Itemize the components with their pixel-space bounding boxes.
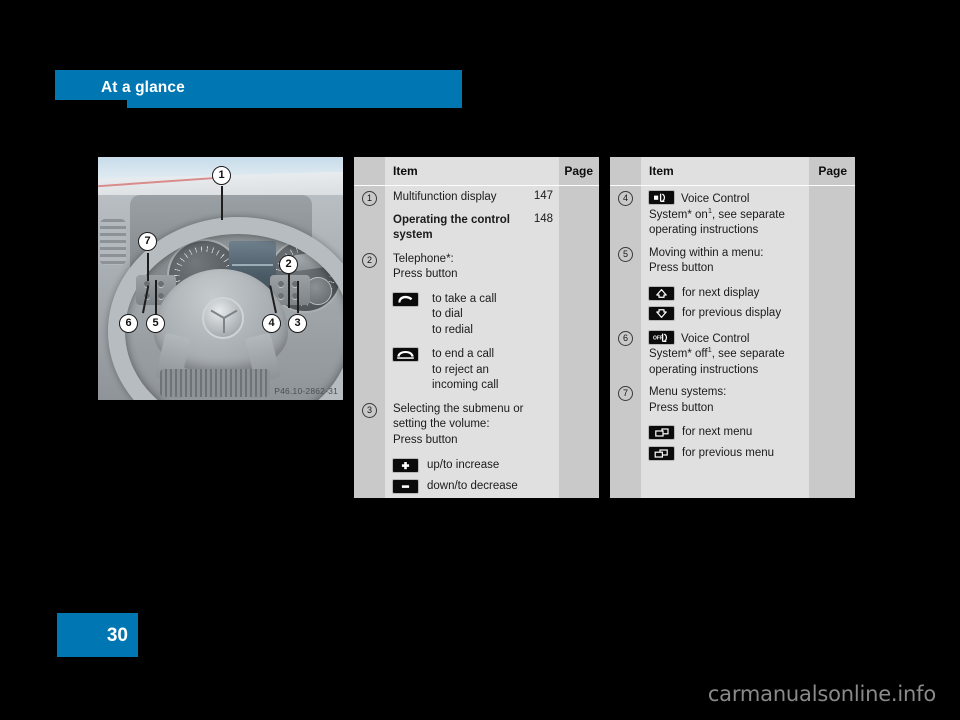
page-number: 30 [106, 625, 128, 646]
figure-callout-1: 1 [212, 166, 231, 185]
column-header-page: Page [818, 164, 847, 178]
page-number-box: 30 [57, 613, 138, 657]
table-header-row: Item Page [354, 157, 599, 186]
figure-part-code: P46.10-2862-31 [274, 386, 338, 396]
leader-line-3 [297, 281, 299, 313]
table-rows: 4 Voice Control System* on1, see separat… [610, 186, 855, 498]
mercedes-star-emblem [202, 297, 244, 339]
next-menu-icon [649, 426, 674, 439]
item-number: 4 [618, 191, 633, 206]
column-header-page: Page [564, 164, 593, 178]
column-header-item: Item [393, 164, 418, 178]
table-row: 6 OFF Voice Control System* off1, see se… [610, 330, 855, 379]
item-text: Multifunction display [393, 191, 497, 203]
sub-item: for previous menu [649, 446, 855, 462]
voice-control-on-icon [649, 191, 674, 204]
air-vent [100, 219, 126, 265]
phone-handset-lowered-icon [393, 348, 418, 361]
minus-icon [393, 479, 418, 493]
sub-item-label: for next display [682, 286, 760, 299]
table-row: 7 Menu systems: Press button [610, 385, 855, 416]
table-header-row: Item Page [610, 157, 855, 186]
phone-handset-raised-icon [393, 292, 418, 306]
item-number: 7 [618, 386, 633, 401]
item-text: Telephone*: Press button [393, 252, 458, 281]
figure-callout-6: 6 [119, 314, 138, 333]
svg-text:OFF: OFF [653, 335, 663, 341]
table-row: Operating the control system 148 [354, 213, 599, 244]
voice-control-off-icon: OFF [649, 330, 674, 344]
sub-item: for previous display [649, 306, 855, 322]
arrow-down-icon [649, 307, 674, 320]
item-text: Voice Control System* on1, see separate … [649, 190, 855, 239]
leader-line-1 [221, 186, 223, 220]
item-text: Menu systems: Press button [649, 386, 727, 414]
chapter-header-notch [55, 100, 127, 109]
leader-line-7 [147, 253, 149, 281]
sub-item-label: up/to increase [427, 459, 500, 471]
item-text: OFF Voice Control System* off1, see sepa… [649, 330, 855, 379]
controls-table-right: Item Page 4 Voice Control System* on1, s… [610, 157, 855, 498]
leader-line-5 [155, 280, 157, 314]
sub-item-label: to end a call to reject an incoming call [432, 348, 499, 391]
sub-item: for next menu [649, 425, 855, 441]
sub-item-label: for previous menu [682, 446, 775, 459]
column-header-item: Item [649, 164, 674, 178]
item-text: Moving within a menu: Press button [649, 246, 764, 275]
figure-callout-2: 2 [279, 255, 298, 274]
sub-item-label: for previous display [682, 307, 782, 319]
figure-callout-7: 7 [138, 232, 157, 251]
sub-item: for next display [649, 286, 855, 302]
table-row: 1 Multifunction display 147 [354, 190, 599, 206]
sub-item-label: for next menu [682, 426, 753, 438]
previous-menu-icon [649, 446, 674, 460]
page-title: At a glance [101, 79, 185, 96]
sub-item: down/to decrease [393, 479, 599, 495]
sub-item: up/to increase [393, 458, 599, 474]
item-text: Operating the control system [393, 213, 510, 242]
sub-item: to take a call to dial to redial [393, 292, 599, 339]
page-reference: 147 [533, 190, 553, 202]
item-number: 1 [362, 191, 377, 206]
table-rows: 1 Multifunction display 147 Operating th… [354, 186, 599, 498]
arrow-up-icon [649, 286, 674, 300]
table-row: 5 Moving within a menu: Press button [610, 246, 855, 277]
item-number: 5 [618, 246, 633, 262]
plus-icon [393, 459, 418, 472]
figure-callout-3: 3 [288, 314, 307, 333]
site-watermark: carmanualsonline.info [707, 682, 936, 706]
table-row: 2 Telephone*: Press button [354, 252, 599, 283]
figure-callout-5: 5 [146, 314, 165, 333]
sub-item-label: down/to decrease [427, 479, 518, 492]
item-number: 3 [362, 402, 377, 418]
item-number: 6 [618, 330, 633, 346]
item-number: 2 [362, 252, 377, 268]
sub-item: to end a call to reject an incoming call [393, 347, 599, 394]
leader-line-2 [288, 274, 290, 308]
table-row: 4 Voice Control System* on1, see separat… [610, 190, 855, 239]
figure-callout-4: 4 [262, 314, 281, 333]
controls-table-middle: Item Page 1 Multifunction display 147 Op… [354, 157, 599, 498]
item-text: Selecting the submenu or setting the vol… [393, 402, 524, 446]
sub-item-label: to take a call to dial to redial [432, 292, 497, 336]
page-reference: 148 [533, 212, 553, 225]
floor-area [160, 369, 270, 397]
table-row: 3 Selecting the submenu or setting the v… [354, 402, 599, 449]
